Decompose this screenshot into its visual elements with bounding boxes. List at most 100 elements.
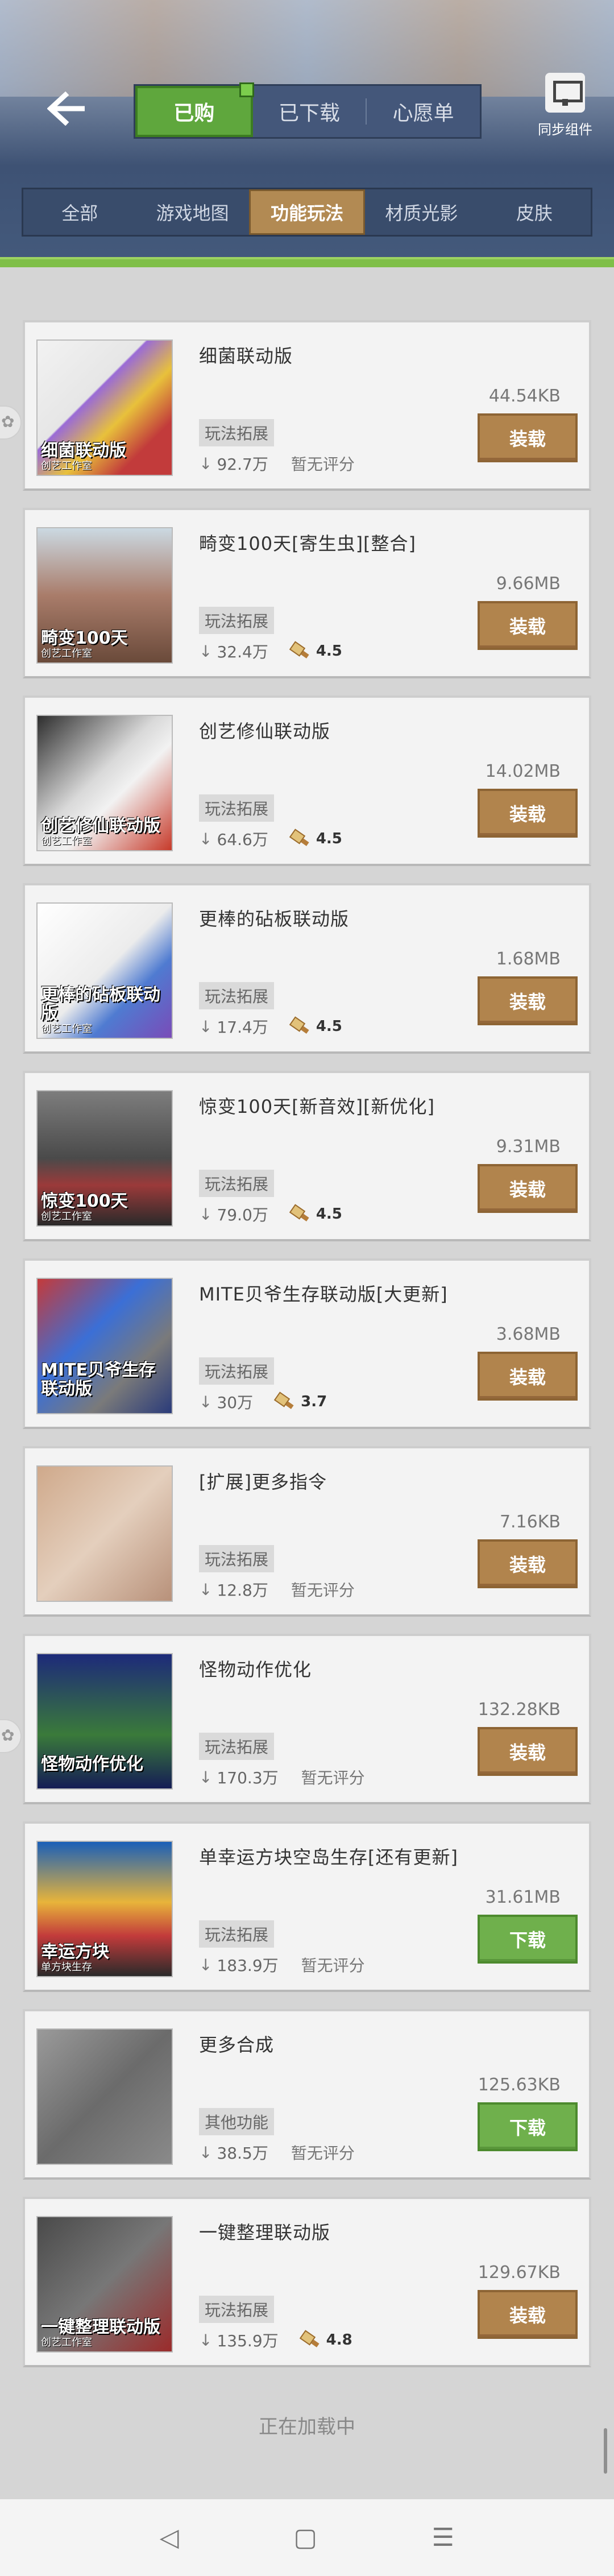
sync-components-button[interactable]: 同步组件 [529,73,601,147]
item-title[interactable]: 一键整理联动版 [199,2218,330,2244]
item-title[interactable]: 惊变100天[新音效][新优化] [199,1092,435,1119]
item-title[interactable]: MITE贝爷生存联动版[大更新] [199,1280,448,1306]
install-button[interactable]: 装载 [478,601,578,650]
back-button[interactable] [39,83,96,134]
category-gameplay[interactable]: 功能玩法 [248,189,366,235]
install-button[interactable]: 装载 [478,976,578,1025]
nav-home-icon[interactable]: ▢ [293,2523,317,2552]
arrow-left-icon [47,92,85,126]
item-title[interactable]: 更多合成 [199,2031,274,2057]
pickaxe-icon [291,644,310,659]
install-button[interactable]: 装载 [478,1352,578,1401]
item-size: 125.63KB [478,2075,561,2095]
no-rating: 暂无评分 [301,1956,365,1975]
install-button[interactable]: 装载 [478,1539,578,1588]
download-count: 183.9万 [217,1956,279,1975]
item-tag: 玩法拓展 [199,1920,275,1948]
no-rating: 暂无评分 [291,2144,355,2163]
item-thumbnail[interactable]: 幸运方块 单方块生存 [36,1841,173,1977]
list-item[interactable]: 创艺修仙联动版 创艺工作室 创艺修仙联动版 14.02MB 玩法拓展 ↓ 64.… [23,695,591,866]
item-size: 9.66MB [496,574,561,594]
item-tag: 其他功能 [199,2108,275,2135]
item-thumbnail[interactable]: MITE贝爷生存联动版 [36,1278,173,1414]
list-item[interactable]: 惊变100天 创艺工作室 惊变100天[新音效][新优化] 9.31MB 玩法拓… [23,1071,591,1241]
item-tag: 玩法拓展 [199,607,275,634]
tab-wishlist[interactable]: 心愿单 [367,86,480,137]
rating-value: 4.5 [316,643,342,660]
list-item[interactable]: 畸变100天 创艺工作室 畸变100天[寄生虫][整合] 9.66MB 玩法拓展… [23,508,591,678]
download-arrow-icon: ↓ [199,1392,213,1411]
no-rating: 暂无评分 [291,1581,355,1600]
install-button[interactable]: 装载 [478,1164,578,1213]
list-item[interactable]: 更多合成 125.63KB 其他功能 ↓ 38.5万 暂无评分 下载 [23,2009,591,2180]
item-tag: 玩法拓展 [199,419,275,446]
sync-label: 同步组件 [538,122,592,138]
nav-back-icon[interactable]: ◁ [160,2523,179,2552]
rating: 4.5 [291,1206,342,1223]
install-button[interactable]: 装载 [478,413,578,462]
list-item[interactable]: 怪物动作优化 怪物动作优化 132.28KB 玩法拓展 ↓ 170.3万 暂无评… [23,1634,591,1804]
item-title[interactable]: 单幸运方块空岛生存[还有更新] [199,1843,458,1869]
category-all[interactable]: 全部 [23,189,136,235]
item-thumbnail[interactable] [36,2028,173,2165]
side-float-icon[interactable] [0,405,22,440]
item-title[interactable]: 创艺修仙联动版 [199,717,330,743]
item-meta: ↓ 12.8万 暂无评分 [199,1578,355,1601]
item-title[interactable]: 畸变100天[寄生虫][整合] [199,529,416,556]
item-tag: 玩法拓展 [199,1545,275,1572]
download-arrow-icon: ↓ [199,829,213,848]
download-button[interactable]: 下载 [478,1915,578,1964]
install-button[interactable]: 装载 [478,2290,578,2339]
item-thumbnail[interactable]: 怪物动作优化 [36,1653,173,1790]
item-size: 9.31MB [496,1137,561,1157]
item-size: 14.02MB [485,761,561,781]
rating: 3.7 [276,1393,327,1410]
item-thumbnail[interactable] [36,1465,173,1602]
item-title[interactable]: 怪物动作优化 [199,1655,312,1682]
item-title[interactable]: 细菌联动版 [199,342,293,368]
list-item[interactable]: [扩展]更多指令 7.16KB 玩法拓展 ↓ 12.8万 暂无评分 装载 [23,1446,591,1617]
list-item[interactable]: MITE贝爷生存联动版 MITE贝爷生存联动版[大更新] 3.68MB 玩法拓展… [23,1258,591,1429]
item-thumbnail[interactable]: 惊变100天 创艺工作室 [36,1090,173,1227]
item-meta: ↓ 92.7万 暂无评分 [199,452,355,475]
item-thumbnail[interactable]: 一键整理联动版 创艺工作室 [36,2216,173,2353]
category-game-maps[interactable]: 游戏地图 [136,189,248,235]
install-button[interactable]: 装载 [478,1727,578,1776]
item-tag: 玩法拓展 [199,1733,275,1760]
list-item[interactable]: 一键整理联动版 创艺工作室 一键整理联动版 129.67KB 玩法拓展 ↓ 13… [23,2197,591,2367]
list-item[interactable]: 更棒的砧板联动版 创艺工作室 更棒的砧板联动版 1.68MB 玩法拓展 ↓ 17… [23,883,591,1054]
tab-downloaded[interactable]: 已下载 [253,86,366,137]
scroll-indicator[interactable] [604,2428,607,2474]
rating-value: 4.5 [316,830,342,847]
side-float-icon[interactable] [0,1719,22,1753]
list-item[interactable]: 幸运方块 单方块生存 单幸运方块空岛生存[还有更新] 31.61MB 玩法拓展 … [23,1821,591,1992]
list-item[interactable]: 细菌联动版 创艺工作室 细菌联动版 44.54KB 玩法拓展 ↓ 92.7万 暂… [23,320,591,491]
nav-menu-icon[interactable]: ☰ [432,2523,454,2552]
download-arrow-icon: ↓ [199,1017,213,1036]
thumbnail-caption: 怪物动作优化 [41,1754,143,1774]
header: 已购 已下载 心愿单 同步组件 全部 游戏地图 功能玩法 材质光影 皮肤 [0,0,614,267]
install-button[interactable]: 装载 [478,789,578,838]
tab-purchased[interactable]: 已购 [135,82,254,137]
item-thumbnail[interactable]: 更棒的砧板联动版 创艺工作室 [36,902,173,1039]
rating-value: 4.5 [316,1206,342,1223]
item-tag: 玩法拓展 [199,2296,275,2323]
item-thumbnail[interactable]: 细菌联动版 创艺工作室 [36,339,173,476]
thumbnail-studio: 单方块生存 [41,1961,92,1973]
rating: 4.5 [291,830,342,847]
item-tag: 玩法拓展 [199,1357,275,1385]
download-count: 79.0万 [217,1206,268,1224]
download-button[interactable]: 下载 [478,2102,578,2151]
item-thumbnail[interactable]: 创艺修仙联动版 创艺工作室 [36,715,173,851]
category-skins[interactable]: 皮肤 [478,189,591,235]
category-textures-shaders[interactable]: 材质光影 [365,189,478,235]
pickaxe-icon [291,1207,310,1221]
item-size: 31.61MB [485,1887,561,1907]
rating-value: 4.8 [326,2331,352,2349]
item-meta: ↓ 30万 3.7 [199,1390,327,1413]
item-thumbnail[interactable]: 畸变100天 创艺工作室 [36,527,173,664]
item-title[interactable]: [扩展]更多指令 [199,1468,327,1494]
download-arrow-icon: ↓ [199,1955,213,1974]
item-title[interactable]: 更棒的砧板联动版 [199,905,349,931]
pickaxe-icon [301,2333,321,2347]
